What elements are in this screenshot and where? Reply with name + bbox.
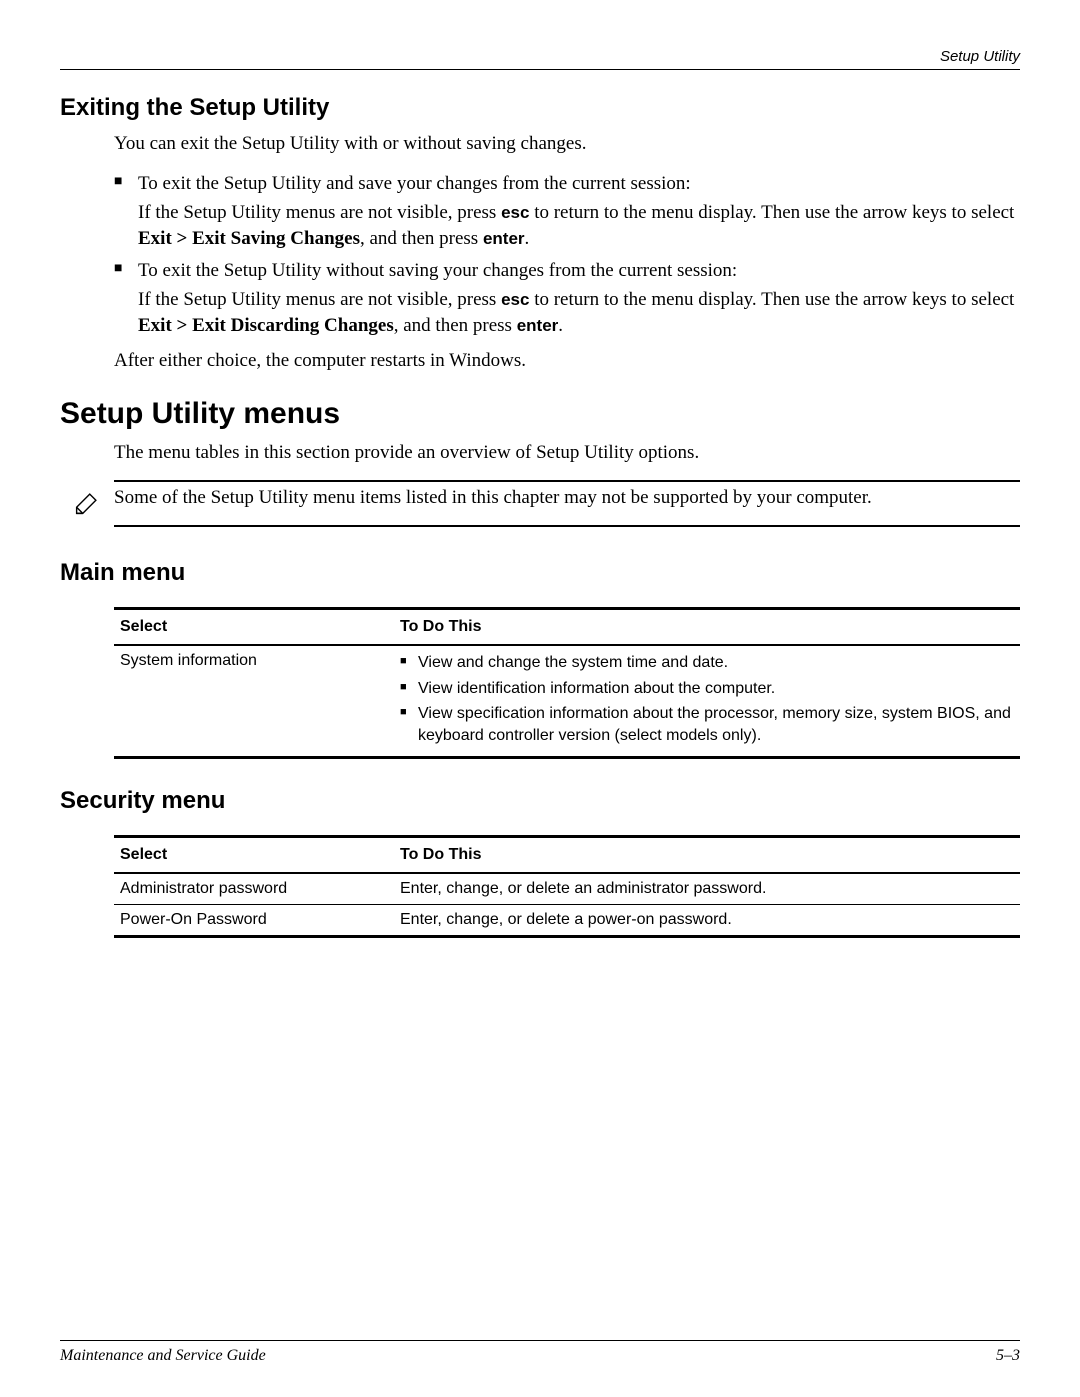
- exit-item-discard-sub: If the Setup Utility menus are not visib…: [138, 287, 1020, 338]
- after-choice: After either choice, the computer restar…: [114, 349, 1020, 374]
- running-head: Setup Utility: [940, 48, 1020, 65]
- list-item: View identification information about th…: [400, 678, 1014, 700]
- exit-item-discard: To exit the Setup Utility without saving…: [114, 258, 1020, 339]
- key-enter: enter: [517, 316, 559, 335]
- table-security-menu-head: Select To Do This: [114, 838, 1020, 874]
- key-esc: esc: [501, 290, 529, 309]
- list-item: View and change the system time and date…: [400, 652, 1014, 674]
- table-row: Power-On Password Enter, change, or dele…: [114, 905, 1020, 935]
- intro-exiting: You can exit the Setup Utility with or w…: [114, 132, 1020, 157]
- heading-exiting: Exiting the Setup Utility: [60, 94, 1020, 122]
- menu-path-save: Exit > Exit Saving Changes: [138, 228, 360, 249]
- col-select-head: Select: [120, 618, 400, 636]
- col-todo-head: To Do This: [400, 846, 1014, 864]
- table-row: Administrator password Enter, change, or…: [114, 874, 1020, 905]
- exit-list: To exit the Setup Utility and save your …: [114, 171, 1020, 339]
- list-item: View specification information about the…: [400, 703, 1014, 746]
- exit-item-discard-lead: To exit the Setup Utility without saving…: [138, 260, 737, 281]
- cell-select: Administrator password: [120, 880, 400, 898]
- cell-todo: Enter, change, or delete a power-on pass…: [400, 911, 1014, 929]
- cell-todo: View and change the system time and date…: [400, 652, 1014, 750]
- footer-left: Maintenance and Service Guide: [60, 1347, 266, 1365]
- col-todo-head: To Do This: [400, 618, 1014, 636]
- cell-select: System information: [120, 652, 400, 750]
- key-esc: esc: [501, 203, 529, 222]
- page-footer: Maintenance and Service Guide 5–3: [60, 1340, 1020, 1365]
- note-block: Some of the Setup Utility menu items lis…: [60, 480, 1020, 527]
- note-text: Some of the Setup Utility menu items lis…: [114, 486, 872, 511]
- heading-main-menu: Main menu: [60, 559, 1020, 587]
- exit-item-save-lead: To exit the Setup Utility and save your …: [138, 173, 691, 194]
- intro-menus: The menu tables in this section provide …: [114, 441, 1020, 466]
- heading-security-menu: Security menu: [60, 787, 1020, 815]
- exit-item-save-sub: If the Setup Utility menus are not visib…: [138, 200, 1020, 251]
- key-enter: enter: [483, 229, 525, 248]
- menu-path-discard: Exit > Exit Discarding Changes: [138, 315, 394, 336]
- table-row: System information View and change the s…: [114, 646, 1020, 756]
- footer-right: 5–3: [996, 1347, 1020, 1365]
- table-security-menu: Select To Do This Administrator password…: [114, 835, 1020, 938]
- table-main-menu-head: Select To Do This: [114, 610, 1020, 646]
- table-main-menu: Select To Do This System information Vie…: [114, 607, 1020, 759]
- header-rule: [60, 69, 1020, 70]
- note-icon: [74, 488, 104, 521]
- cell-todo: Enter, change, or delete an administrato…: [400, 880, 1014, 898]
- col-select-head: Select: [120, 846, 400, 864]
- cell-select: Power-On Password: [120, 911, 400, 929]
- heading-menus: Setup Utility menus: [60, 397, 1020, 431]
- exit-item-save: To exit the Setup Utility and save your …: [114, 171, 1020, 252]
